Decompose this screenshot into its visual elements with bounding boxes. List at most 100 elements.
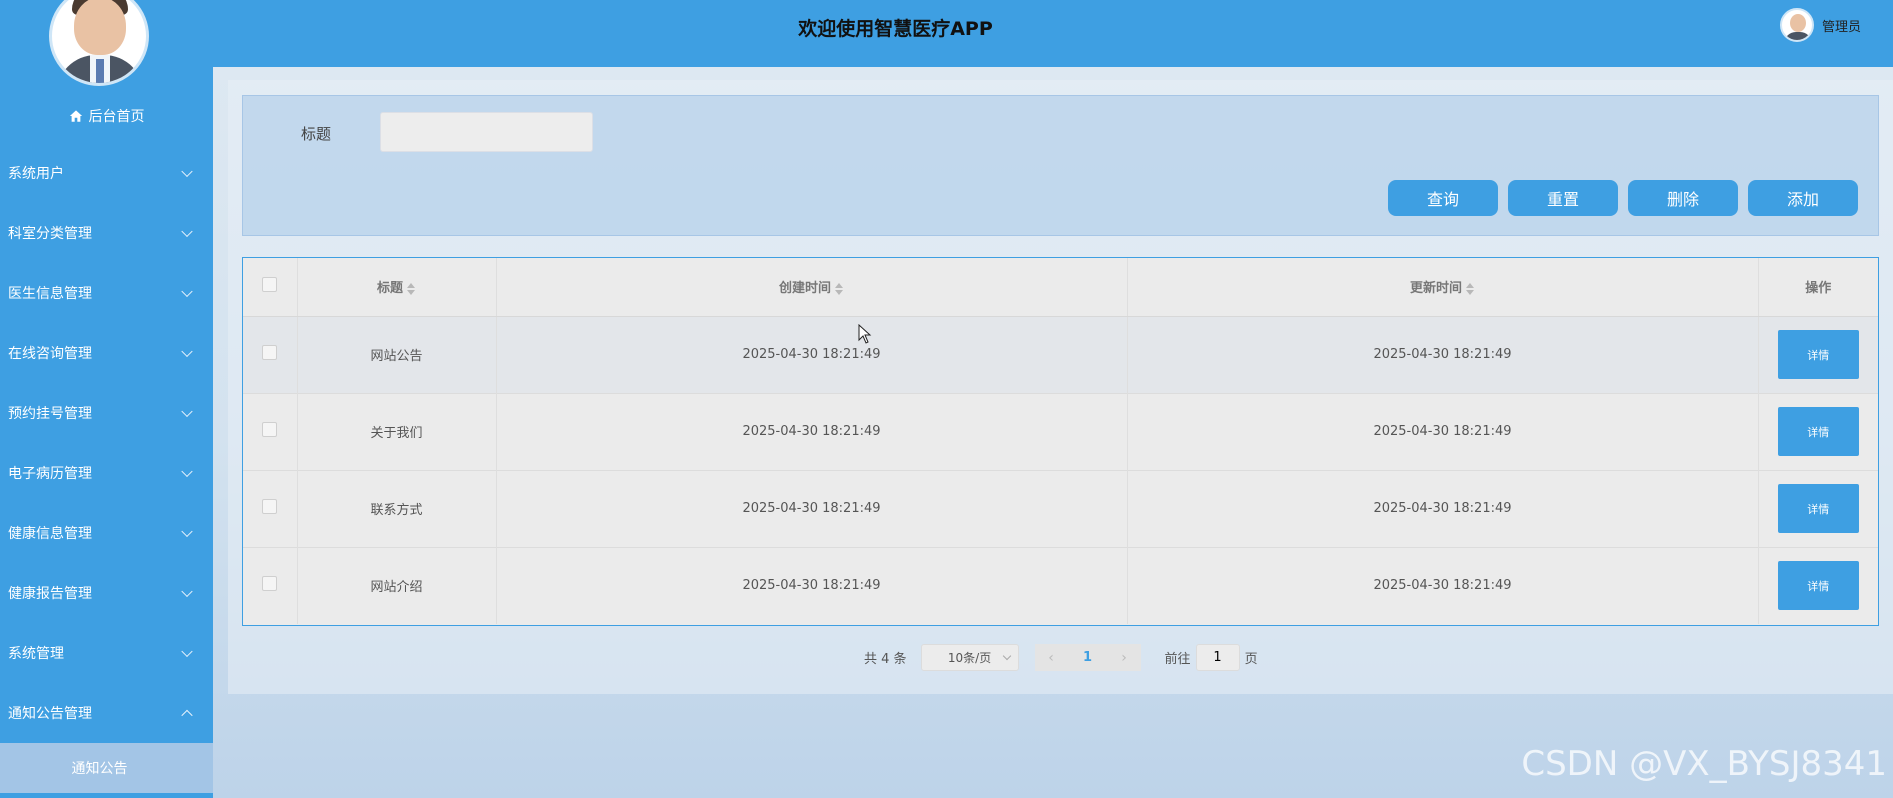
row-checkbox[interactable] <box>262 422 278 437</box>
action-buttons: 查询 重置 删除 添加 <box>1388 180 1858 216</box>
delete-button[interactable]: 删除 <box>1628 180 1738 216</box>
column-header-created[interactable]: 创建时间 <box>496 258 1128 317</box>
chevron-down-icon <box>181 645 193 658</box>
query-button[interactable]: 查询 <box>1388 180 1498 216</box>
sidebar-item-label: 科室分类管理 <box>8 226 92 242</box>
sort-icon[interactable] <box>407 282 416 296</box>
cell-created: 2025-04-30 18:21:49 <box>496 316 1128 393</box>
mouse-cursor-icon <box>858 324 872 344</box>
select-all-checkbox[interactable] <box>262 277 278 293</box>
detail-button[interactable]: 详情 <box>1777 330 1859 379</box>
avatar <box>1779 8 1814 42</box>
detail-button[interactable]: 详情 <box>1777 561 1859 611</box>
user-menu[interactable]: 管理员 <box>1779 8 1861 42</box>
sidebar-item-health-info[interactable]: 健康信息管理 <box>0 503 213 563</box>
sidebar-item-appointment[interactable]: 预约挂号管理 <box>0 383 213 443</box>
cell-title: 关于我们 <box>297 393 497 470</box>
cell-title: 网站介绍 <box>297 547 497 624</box>
total-count: 共 4 条 <box>864 652 907 667</box>
select-all-cell <box>243 258 298 317</box>
column-header-label: 创建时间 <box>778 281 831 297</box>
chevron-down-icon <box>181 345 193 358</box>
reset-button[interactable]: 重置 <box>1508 180 1618 216</box>
sidebar-item-label: 在线咨询管理 <box>8 346 92 362</box>
chevron-down-icon <box>181 585 193 598</box>
page-title: 欢迎使用智慧医疗APP <box>798 18 993 40</box>
sidebar-item-department[interactable]: 科室分类管理 <box>0 203 213 263</box>
sort-icon[interactable] <box>835 282 844 296</box>
cell-title: 联系方式 <box>297 470 497 547</box>
sidebar-item-label: 系统用户 <box>8 166 64 182</box>
sidebar-item-notice[interactable]: 通知公告管理 <box>0 683 213 743</box>
column-header-updated[interactable]: 更新时间 <box>1127 258 1759 317</box>
submenu-item-notice[interactable]: 通知公告 <box>0 743 213 793</box>
sidebar-item-label: 医生信息管理 <box>8 286 92 302</box>
search-title-label: 标题 <box>301 125 332 143</box>
table-row: 关于我们 2025-04-30 18:21:49 2025-04-30 18:2… <box>243 393 1878 470</box>
sidebar-item-label: 健康报告管理 <box>8 586 92 602</box>
detail-button[interactable]: 详情 <box>1777 484 1859 533</box>
data-table: 标题 创建时间 更新时间 操作 网站公告 2025-04-30 18:21:49… <box>242 257 1879 626</box>
cell-updated: 2025-04-30 18:21:49 <box>1127 393 1759 470</box>
sidebar-item-label: 预约挂号管理 <box>8 406 92 422</box>
watermark: CSDN @VX_BYSJ8341 <box>1521 744 1887 784</box>
chevron-down-icon <box>181 525 193 538</box>
sidebar: 后台首页 系统用户 科室分类管理 医生信息管理 在线咨询管理 预约挂号管理 电子… <box>0 0 213 798</box>
sidebar-item-system-users[interactable]: 系统用户 <box>0 143 213 203</box>
sidebar-item-consult[interactable]: 在线咨询管理 <box>0 323 213 383</box>
chevron-left-icon: ‹ <box>1048 649 1054 666</box>
goto-page-input[interactable] <box>1195 644 1240 671</box>
page-size-value: 10条/页 <box>947 651 992 665</box>
detail-button[interactable]: 详情 <box>1777 407 1859 456</box>
chevron-down-icon <box>181 405 193 418</box>
page-size-select[interactable]: 10条/页 <box>920 644 1019 671</box>
sidebar-item-system[interactable]: 系统管理 <box>0 623 213 683</box>
cell-created: 2025-04-30 18:21:49 <box>496 470 1128 547</box>
cell-updated: 2025-04-30 18:21:49 <box>1127 547 1759 624</box>
sidebar-item-label: 系统管理 <box>8 646 64 662</box>
sidebar-item-label: 健康信息管理 <box>8 526 92 542</box>
row-checkbox[interactable] <box>262 499 278 514</box>
row-checkbox[interactable] <box>262 345 278 360</box>
sidebar-item-doctor[interactable]: 医生信息管理 <box>0 263 213 323</box>
search-title-input[interactable] <box>380 112 593 152</box>
sort-icon[interactable] <box>1466 282 1475 296</box>
search-panel: 标题 查询 重置 删除 添加 <box>242 95 1879 236</box>
sidebar-item-medical-record[interactable]: 电子病历管理 <box>0 443 213 503</box>
table-header-row: 标题 创建时间 更新时间 操作 <box>243 258 1878 317</box>
cell-updated: 2025-04-30 18:21:49 <box>1127 316 1759 393</box>
column-header-label: 标题 <box>376 281 403 297</box>
table-row: 网站介绍 2025-04-30 18:21:49 2025-04-30 18:2… <box>243 547 1878 624</box>
chevron-down-icon <box>181 465 193 478</box>
sidebar-item-label: 电子病历管理 <box>8 466 92 482</box>
username: 管理员 <box>1821 19 1861 35</box>
home-link-label: 后台首页 <box>88 109 145 125</box>
table-row: 联系方式 2025-04-30 18:21:49 2025-04-30 18:2… <box>243 470 1878 547</box>
goto-suffix: 页 <box>1244 652 1258 667</box>
table-row: 网站公告 2025-04-30 18:21:49 2025-04-30 18:2… <box>243 316 1878 393</box>
next-page-button[interactable]: › <box>1107 644 1141 671</box>
pagination: 共 4 条 10条/页 ‹ 1 › 前往 页 <box>864 644 1258 671</box>
chevron-down-icon <box>1002 651 1011 661</box>
top-header: 欢迎使用智慧医疗APP 管理员 <box>213 0 1893 67</box>
chevron-down-icon <box>181 165 193 178</box>
sidebar-item-label: 通知公告管理 <box>8 706 92 722</box>
prev-page-button[interactable]: ‹ <box>1034 644 1068 671</box>
column-header-title[interactable]: 标题 <box>297 258 497 317</box>
cell-created: 2025-04-30 18:21:49 <box>496 393 1128 470</box>
sidebar-menu: 系统用户 科室分类管理 医生信息管理 在线咨询管理 预约挂号管理 电子病历管理 … <box>0 143 213 743</box>
home-link[interactable]: 后台首页 <box>0 106 213 126</box>
sidebar-item-health-report[interactable]: 健康报告管理 <box>0 563 213 623</box>
column-header-action: 操作 <box>1758 258 1878 317</box>
cell-created: 2025-04-30 18:21:49 <box>496 547 1128 624</box>
row-checkbox[interactable] <box>262 576 278 592</box>
page-number-current[interactable]: 1 <box>1067 644 1108 671</box>
chevron-down-icon <box>181 225 193 238</box>
sidebar-avatar <box>49 0 149 86</box>
chevron-down-icon <box>181 285 193 298</box>
column-header-label: 更新时间 <box>1409 281 1462 297</box>
column-header-label: 操作 <box>1805 281 1832 297</box>
chevron-up-icon <box>181 709 193 722</box>
add-button[interactable]: 添加 <box>1748 180 1858 216</box>
submenu-item-label: 通知公告 <box>71 761 128 777</box>
